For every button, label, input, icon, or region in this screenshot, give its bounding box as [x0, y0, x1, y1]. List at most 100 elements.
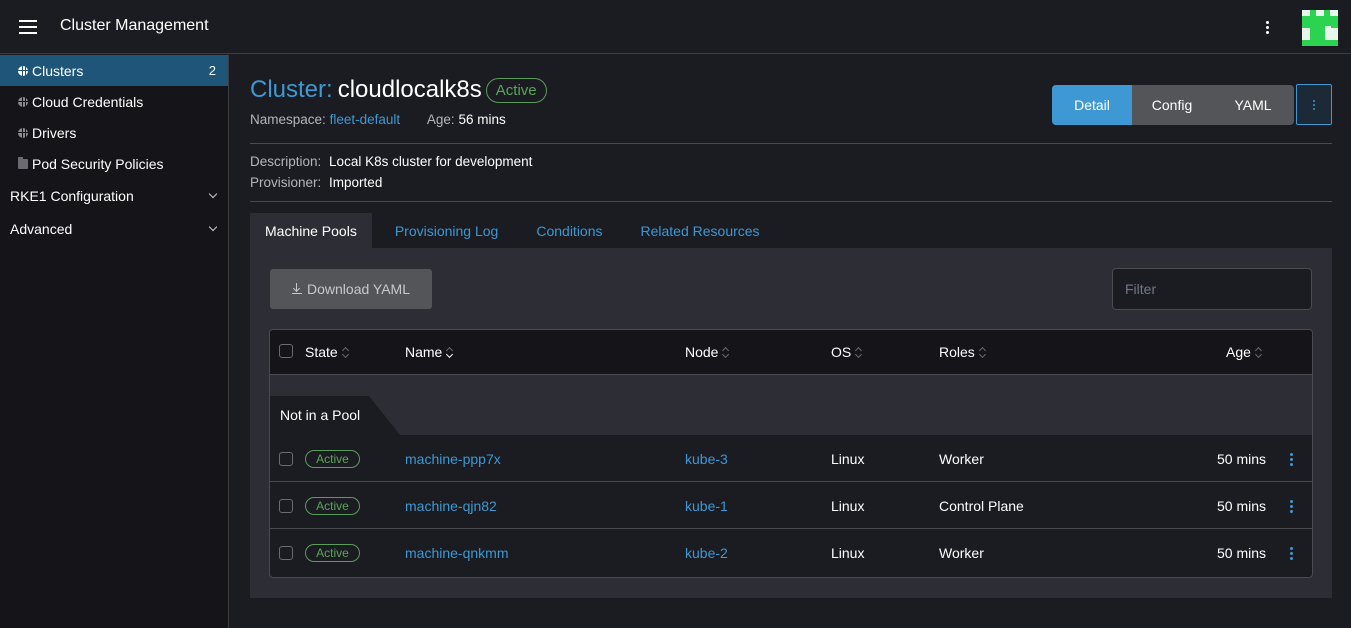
sort-icon — [855, 346, 863, 358]
filter-input[interactable] — [1112, 268, 1312, 310]
hamburger-menu-icon[interactable] — [19, 20, 37, 34]
table-header: State Name Node OS Roles Age — [270, 330, 1312, 375]
namespace-link[interactable]: fleet-default — [330, 112, 401, 127]
status-badge: Active — [485, 77, 547, 103]
age-label: Age: — [426, 112, 455, 127]
column-header-os[interactable]: OS — [831, 344, 863, 360]
age-cell: 50 mins — [1217, 498, 1267, 514]
machine-name-link[interactable]: machine-qjn82 — [405, 498, 497, 514]
globe-icon — [18, 127, 28, 138]
sidebar-item-label: Pod Security Policies — [32, 155, 164, 172]
age-cell: 50 mins — [1217, 451, 1267, 467]
sidebar-item-drivers[interactable]: Drivers — [0, 117, 228, 148]
table-row: Active machine-ppp7x kube-3 Linux Worker… — [270, 435, 1312, 482]
row-checkbox[interactable] — [279, 452, 293, 466]
description-row: Description: Local K8s cluster for devel… — [250, 154, 532, 169]
column-header-roles[interactable]: Roles — [939, 344, 987, 360]
state-badge: Active — [305, 497, 360, 515]
description-label: Description: — [250, 154, 322, 169]
machine-name-link[interactable]: machine-ppp7x — [405, 451, 501, 467]
download-icon — [292, 283, 302, 295]
tab-provisioning-log[interactable]: Provisioning Log — [380, 213, 514, 248]
namespace-label: Namespace: — [250, 112, 326, 127]
sort-icon — [722, 346, 730, 358]
state-badge: Active — [305, 450, 360, 468]
roles-cell: Worker — [939, 545, 984, 561]
description-value: Local K8s cluster for development — [329, 154, 533, 169]
roles-cell: Worker — [939, 451, 984, 467]
chevron-down-icon — [208, 222, 218, 232]
row-actions-kebab-icon[interactable] — [1286, 497, 1296, 515]
yaml-button[interactable]: YAML — [1212, 85, 1294, 125]
machine-pools-panel: Download YAML State Name Node OS Role — [250, 248, 1332, 598]
group-tab: Not in a Pool — [270, 396, 400, 435]
node-link[interactable]: kube-2 — [685, 545, 728, 561]
column-label: Roles — [939, 344, 975, 360]
top-header: Cluster Management — [0, 0, 1351, 54]
table-row: Active machine-qjn82 kube-1 Linux Contro… — [270, 482, 1312, 529]
column-header-name[interactable]: Name — [405, 344, 454, 360]
chevron-down-icon — [208, 189, 218, 199]
download-yaml-button[interactable]: Download YAML — [270, 269, 432, 309]
sidebar-item-clusters[interactable]: Clusters 2 — [0, 55, 228, 86]
column-header-state[interactable]: State — [305, 344, 350, 360]
sidebar-item-pod-security-policies[interactable]: Pod Security Policies — [0, 148, 228, 179]
node-link[interactable]: kube-3 — [685, 451, 728, 467]
sort-icon — [446, 346, 454, 358]
cluster-meta: Namespace: fleet-default Age: 56 mins — [250, 112, 506, 127]
roles-cell: Control Plane — [939, 498, 1024, 514]
row-checkbox[interactable] — [279, 499, 293, 513]
sort-icon — [342, 346, 350, 358]
sidebar-item-label: Clusters — [32, 62, 84, 79]
column-label: Name — [405, 344, 443, 360]
page-title: Cluster: cloudlocalk8s Active — [250, 76, 547, 104]
actions-kebab-icon[interactable] — [1296, 84, 1332, 125]
row-actions-kebab-icon[interactable] — [1286, 450, 1296, 468]
column-label: OS — [831, 344, 852, 360]
machines-table: State Name Node OS Roles Age Not in a Po… — [269, 329, 1313, 578]
provisioner-row: Provisioner: Imported — [250, 175, 382, 190]
folder-icon — [18, 157, 28, 169]
sidebar-item-cloud-credentials[interactable]: Cloud Credentials — [0, 86, 228, 117]
machine-name-link[interactable]: machine-qnkmm — [405, 545, 508, 561]
cluster-name: cloudlocalk8s — [337, 76, 482, 103]
divider — [250, 201, 1332, 202]
sidebar-item-count: 2 — [208, 63, 216, 78]
app-title: Cluster Management — [60, 17, 209, 34]
provisioner-value: Imported — [329, 175, 383, 190]
tab-machine-pools[interactable]: Machine Pools — [250, 213, 372, 248]
age-cell: 50 mins — [1217, 545, 1267, 561]
tab-conditions[interactable]: Conditions — [521, 213, 617, 248]
os-cell: Linux — [831, 498, 865, 514]
sidebar-item-label: Cloud Credentials — [32, 93, 144, 110]
detail-button[interactable]: Detail — [1052, 85, 1132, 125]
table-row: Active machine-qnkmm kube-2 Linux Worker… — [270, 529, 1312, 576]
sidebar-group-label: RKE1 Configuration — [10, 187, 134, 204]
select-all-checkbox[interactable] — [279, 344, 293, 358]
sidebar: Clusters 2 Cloud Credentials Drivers Pod… — [0, 55, 229, 628]
tab-related-resources[interactable]: Related Resources — [626, 213, 775, 248]
group-label: Not in a Pool — [280, 407, 361, 423]
column-label: State — [305, 344, 338, 360]
row-checkbox[interactable] — [279, 546, 293, 560]
download-yaml-label: Download YAML — [307, 281, 410, 297]
provisioner-label: Provisioner: — [250, 175, 322, 190]
sidebar-group-rke1-configuration[interactable]: RKE1 Configuration — [0, 179, 228, 212]
column-header-node[interactable]: Node — [685, 344, 730, 360]
column-header-age[interactable]: Age — [1226, 344, 1263, 360]
detail-tabs: Machine Pools Provisioning Log Condition… — [250, 213, 783, 248]
row-actions-kebab-icon[interactable] — [1286, 544, 1296, 562]
state-badge: Active — [305, 544, 360, 562]
header-more-kebab-icon[interactable] — [1260, 17, 1274, 37]
sidebar-group-advanced[interactable]: Advanced — [0, 212, 228, 245]
sort-icon — [979, 346, 987, 358]
column-label: Age — [1226, 344, 1251, 360]
sidebar-group-label: Advanced — [10, 220, 73, 237]
view-mode-toggle: Detail Config YAML — [1052, 85, 1294, 125]
user-avatar[interactable] — [1302, 10, 1338, 46]
group-header: Not in a Pool — [270, 375, 1312, 435]
column-label: Node — [685, 344, 719, 360]
title-prefix: Cluster: — [250, 76, 333, 103]
config-button[interactable]: Config — [1132, 85, 1212, 125]
node-link[interactable]: kube-1 — [685, 498, 728, 514]
